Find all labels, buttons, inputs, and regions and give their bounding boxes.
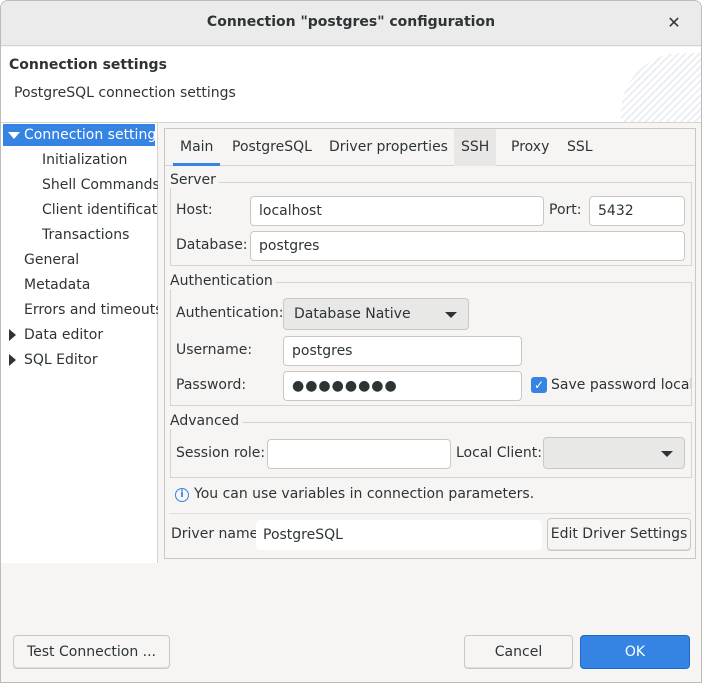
- local-client-select[interactable]: [543, 437, 685, 469]
- cancel-button[interactable]: Cancel: [464, 635, 573, 669]
- database-label: Database:: [176, 237, 248, 253]
- nav-item-initialization[interactable]: Initialization: [42, 149, 158, 171]
- server-group-label: Server: [170, 172, 219, 188]
- dialog-title: Connection "postgres" configuration: [206, 14, 496, 30]
- host-label: Host:: [176, 202, 213, 218]
- page-subtitle: PostgreSQL connection settings: [14, 85, 236, 101]
- authentication-select-value: Database Native: [294, 306, 411, 322]
- expand-arrow-icon[interactable]: [9, 354, 16, 366]
- driver-name-label: Driver name:: [171, 526, 263, 542]
- username-label: Username:: [176, 342, 253, 358]
- info-icon: i: [175, 488, 189, 502]
- ok-button[interactable]: OK: [580, 635, 690, 669]
- save-password-checkbox[interactable]: ✓: [531, 377, 547, 393]
- variables-info-text: You can use variables in connection para…: [194, 486, 535, 502]
- password-input[interactable]: ●●●●●●●●: [283, 371, 522, 401]
- nav-item-transactions[interactable]: Transactions: [42, 224, 158, 246]
- nav-item-label: General: [24, 252, 80, 268]
- close-button[interactable]: ✕: [663, 12, 685, 34]
- nav-item-sql-editor[interactable]: SQL Editor: [6, 349, 158, 371]
- nav-item-shell-commands[interactable]: Shell Commands: [42, 174, 158, 196]
- save-password-label: Save password locall: [551, 377, 691, 393]
- nav-item-label: Transactions: [42, 227, 130, 243]
- nav-item-errors-and-timeouts[interactable]: Errors and timeouts: [24, 299, 158, 321]
- nav-item-connection-settings[interactable]: Connection settings: [3, 124, 155, 146]
- advanced-group-label: Advanced: [170, 413, 243, 429]
- expand-arrow-icon[interactable]: [9, 329, 16, 341]
- authentication-select[interactable]: Database Native: [283, 298, 469, 330]
- tab-proxy[interactable]: Proxy: [504, 129, 556, 166]
- expand-arrow-icon[interactable]: [8, 132, 20, 139]
- tab-driver-properties[interactable]: Driver properties: [322, 129, 455, 166]
- chevron-down-icon: [445, 312, 457, 318]
- nav-item-label: Data editor: [24, 327, 104, 343]
- nav-item-label: Client identification: [42, 202, 158, 218]
- driver-separator: [169, 513, 691, 514]
- nav-item-metadata[interactable]: Metadata: [24, 274, 158, 296]
- tab-main[interactable]: Main: [173, 129, 221, 166]
- nav-item-label: Shell Commands: [42, 177, 158, 193]
- header-panel: Connection settings PostgreSQL connectio…: [1, 47, 701, 123]
- settings-nav-tree: Connection settings Initialization Shell…: [1, 123, 158, 563]
- tab-ssl[interactable]: SSL: [560, 129, 600, 166]
- session-role-input[interactable]: [267, 439, 451, 469]
- close-icon: ✕: [667, 13, 681, 32]
- authentication-label: Authentication:: [176, 305, 284, 321]
- tab-bar: Main PostgreSQL Driver properties SSH Pr…: [165, 129, 695, 166]
- title-bar: Connection "postgres" configuration ✕: [1, 1, 701, 46]
- header-decoration-graphic: [621, 53, 701, 122]
- password-label: Password:: [176, 377, 247, 393]
- nav-item-label: SQL Editor: [24, 352, 98, 368]
- nav-item-label: Errors and timeouts: [24, 302, 158, 318]
- driver-name-field: PostgreSQL: [256, 520, 542, 550]
- host-input[interactable]: localhost: [250, 196, 544, 226]
- edit-driver-settings-button[interactable]: Edit Driver Settings: [547, 518, 691, 551]
- authentication-group-label: Authentication: [170, 273, 276, 289]
- test-connection-button[interactable]: Test Connection ...: [13, 635, 170, 669]
- tab-ssh[interactable]: SSH: [454, 129, 497, 166]
- tab-postgresql[interactable]: PostgreSQL: [225, 129, 319, 166]
- chevron-down-icon: [661, 451, 673, 457]
- local-client-label: Local Client:: [456, 445, 542, 461]
- port-input[interactable]: 5432: [589, 196, 685, 226]
- port-label: Port:: [549, 202, 582, 218]
- nav-item-label: Initialization: [42, 152, 128, 168]
- connection-settings-panel: Main PostgreSQL Driver properties SSH Pr…: [164, 128, 696, 559]
- username-input[interactable]: postgres: [283, 336, 522, 366]
- nav-item-label: Metadata: [24, 277, 91, 293]
- page-title: Connection settings: [9, 57, 167, 73]
- nav-item-label: Connection settings: [24, 127, 155, 143]
- nav-item-general[interactable]: General: [24, 249, 158, 271]
- session-role-label: Session role:: [176, 445, 266, 461]
- database-input[interactable]: postgres: [250, 231, 685, 261]
- connection-config-dialog: Connection "postgres" configuration ✕ Co…: [0, 0, 702, 683]
- nav-item-client-identification[interactable]: Client identification: [42, 199, 158, 221]
- nav-item-data-editor[interactable]: Data editor: [6, 324, 158, 346]
